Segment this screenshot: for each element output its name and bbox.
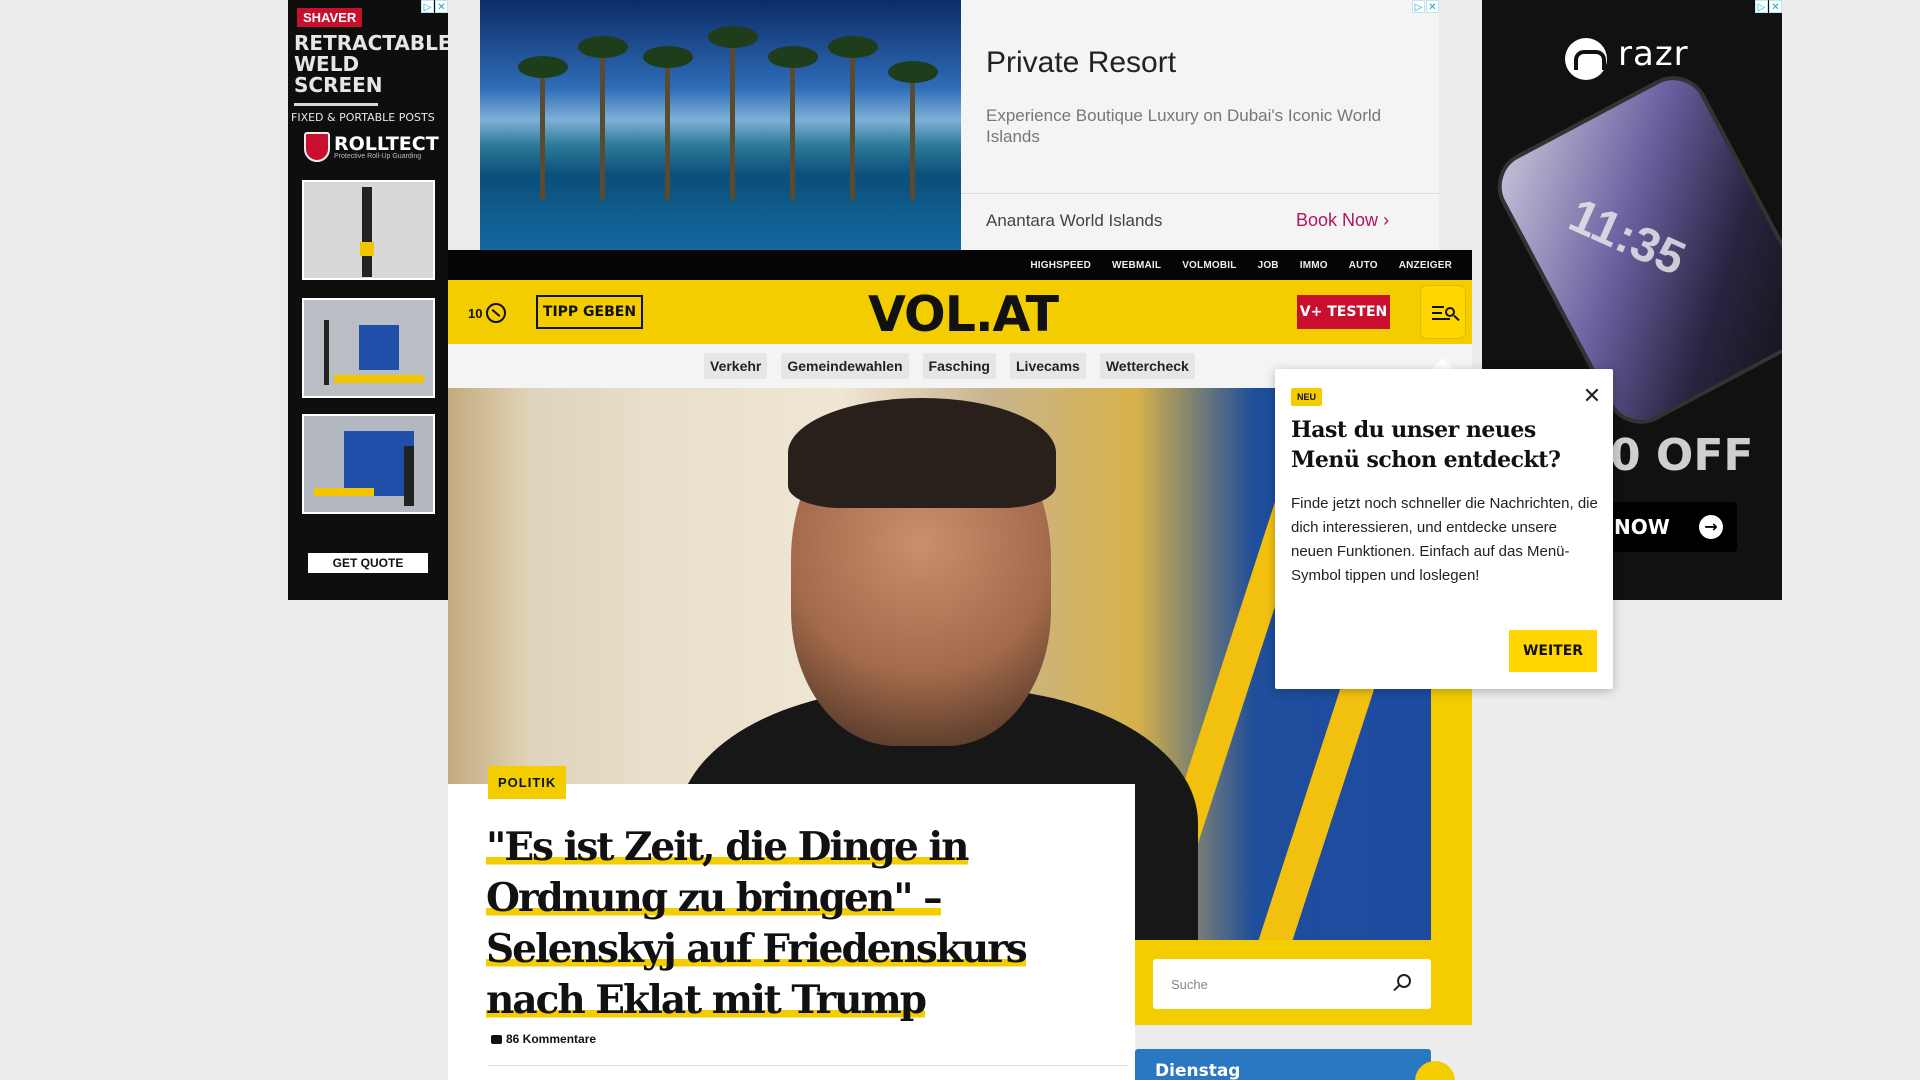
ad-description: Experience Boutique Luxury on Dubai's Ic… bbox=[986, 106, 1382, 146]
top-banner-ad[interactable]: ▷ ✕ Private Resort Experience Boutique Lu… bbox=[480, 0, 1439, 250]
ad-close-icon[interactable]: ✕ bbox=[1769, 0, 1782, 13]
book-now-label: Book Now bbox=[1296, 210, 1379, 230]
ad-logo-name: ROLLTECT bbox=[334, 132, 439, 155]
comments-count: 86 Kommentare bbox=[506, 1032, 597, 1046]
menu-search-button[interactable] bbox=[1421, 286, 1465, 338]
article-headline-text: "Es ist Zeit, die Dinge in Ordnung zu br… bbox=[486, 824, 1028, 1023]
popup-body: Finde jetzt noch schneller die Nachricht… bbox=[1291, 495, 1598, 584]
search-input[interactable]: Suche bbox=[1171, 977, 1208, 992]
weiter-button[interactable]: WEITER bbox=[1509, 630, 1597, 672]
ad-brand: razr bbox=[1618, 34, 1689, 74]
site-logo[interactable]: VOL.AT bbox=[868, 286, 1059, 343]
comments-link[interactable]: 86 Kommentare bbox=[491, 1032, 596, 1046]
weather-widget[interactable]: Dienstag bbox=[1135, 1049, 1455, 1080]
ad-logo: ROLLTECT Protective Roll-Up Guarding bbox=[304, 132, 439, 162]
ad-close-icon[interactable]: ✕ bbox=[1426, 0, 1439, 13]
ad-close-icon[interactable]: ✕ bbox=[435, 0, 448, 13]
site-header: 10 TIPP GEBEN VOL.AT V+ TESTEN bbox=[448, 280, 1472, 344]
ad-brand: SHAVER bbox=[297, 8, 363, 27]
get-quote-button[interactable]: GET QUOTE bbox=[308, 553, 428, 573]
ad-offer: 0 OFF bbox=[1610, 430, 1754, 481]
tipp-geben-button[interactable]: TIPP GEBEN bbox=[536, 295, 643, 329]
book-now-link[interactable]: Book Now › bbox=[1296, 210, 1389, 231]
ad-subline: FIXED & PORTABLE POSTS bbox=[291, 111, 435, 124]
ad-divider bbox=[961, 193, 1439, 194]
topnav-auto[interactable]: AUTO bbox=[1349, 260, 1378, 271]
new-menu-popup: NEU ✕ Hast du unser neues Menü schon ent… bbox=[1275, 369, 1613, 689]
topnav-immo[interactable]: IMMO bbox=[1300, 260, 1328, 271]
topnav-webmail[interactable]: WEBMAIL bbox=[1112, 260, 1161, 271]
close-icon[interactable]: ✕ bbox=[1581, 385, 1603, 407]
weather-icon bbox=[486, 303, 507, 323]
article-headline[interactable]: "Es ist Zeit, die Dinge in Ordnung zu br… bbox=[486, 822, 1126, 1026]
popup-pointer bbox=[1432, 358, 1454, 369]
sun-icon bbox=[1415, 1061, 1455, 1080]
ad-choices[interactable]: ▷ ✕ bbox=[1412, 0, 1439, 13]
left-skyscraper-ad[interactable]: ▷ ✕ SHAVER RETRACTABLE WELD SCREEN FIXED … bbox=[288, 0, 448, 600]
ad-title[interactable]: Private Resort bbox=[986, 46, 1176, 80]
topnav-volmobil[interactable]: VOLMOBIL bbox=[1182, 260, 1236, 271]
adchoices-icon[interactable]: ▷ bbox=[1412, 0, 1425, 13]
subnav-fasching[interactable]: Fasching bbox=[922, 353, 996, 379]
divider bbox=[488, 1065, 1128, 1066]
category-badge[interactable]: POLITIK bbox=[488, 766, 567, 799]
ad-headline: RETRACTABLE WELD SCREEN bbox=[294, 31, 448, 97]
top-nav-bar: HIGHSPEED WEBMAIL VOLMOBIL JOB IMMO AUTO… bbox=[448, 250, 1472, 280]
subnav-gemeindewahlen[interactable]: Gemeindewahlen bbox=[781, 353, 909, 379]
ad-product-image bbox=[302, 180, 435, 280]
search-box[interactable]: Suche bbox=[1153, 959, 1431, 1009]
subnav-livecams[interactable]: Livecams bbox=[1010, 353, 1086, 379]
ad-advertiser: Anantara World Islands bbox=[986, 211, 1163, 230]
ad-product-image bbox=[302, 298, 435, 398]
adchoices-icon[interactable]: ▷ bbox=[421, 0, 434, 13]
adchoices-icon[interactable]: ▷ bbox=[1755, 0, 1768, 13]
temperature-value: 10 bbox=[468, 305, 483, 321]
subnav-verkehr[interactable]: Verkehr bbox=[704, 353, 768, 379]
comment-icon bbox=[491, 1034, 502, 1044]
search-icon[interactable] bbox=[1397, 974, 1411, 988]
subnav-wettercheck[interactable]: Wettercheck bbox=[1099, 353, 1195, 379]
lead-article[interactable]: POLITIK "Es ist Zeit, die Dinge in Ordnu… bbox=[448, 766, 1135, 1080]
ad-product-image bbox=[302, 414, 435, 514]
ad-choices[interactable]: ▷ ✕ bbox=[421, 0, 448, 13]
shield-icon bbox=[304, 132, 330, 162]
arrow-right-icon: → bbox=[1699, 515, 1723, 539]
new-badge: NEU bbox=[1291, 388, 1323, 406]
shop-now-label: NOW bbox=[1614, 515, 1670, 539]
ad-divider bbox=[294, 103, 378, 106]
topnav-job[interactable]: JOB bbox=[1258, 260, 1279, 271]
ad-choices[interactable]: ▷ ✕ bbox=[1755, 0, 1782, 13]
weather-day: Dienstag bbox=[1155, 1061, 1241, 1080]
chevron-right-icon: › bbox=[1383, 210, 1390, 230]
weather-temperature[interactable]: 10 bbox=[468, 303, 507, 323]
shop-now-button[interactable]: NOW → bbox=[1602, 502, 1737, 552]
topnav-anzeiger[interactable]: ANZEIGER bbox=[1399, 260, 1452, 271]
motorola-logo-icon bbox=[1565, 38, 1607, 80]
resort-photo bbox=[480, 0, 961, 250]
popup-title: Hast du unser neues Menü schon entdeckt? bbox=[1291, 417, 1561, 473]
vplus-testen-button[interactable]: V+ TESTEN bbox=[1297, 295, 1390, 329]
topnav-highspeed[interactable]: HIGHSPEED bbox=[1030, 260, 1091, 271]
